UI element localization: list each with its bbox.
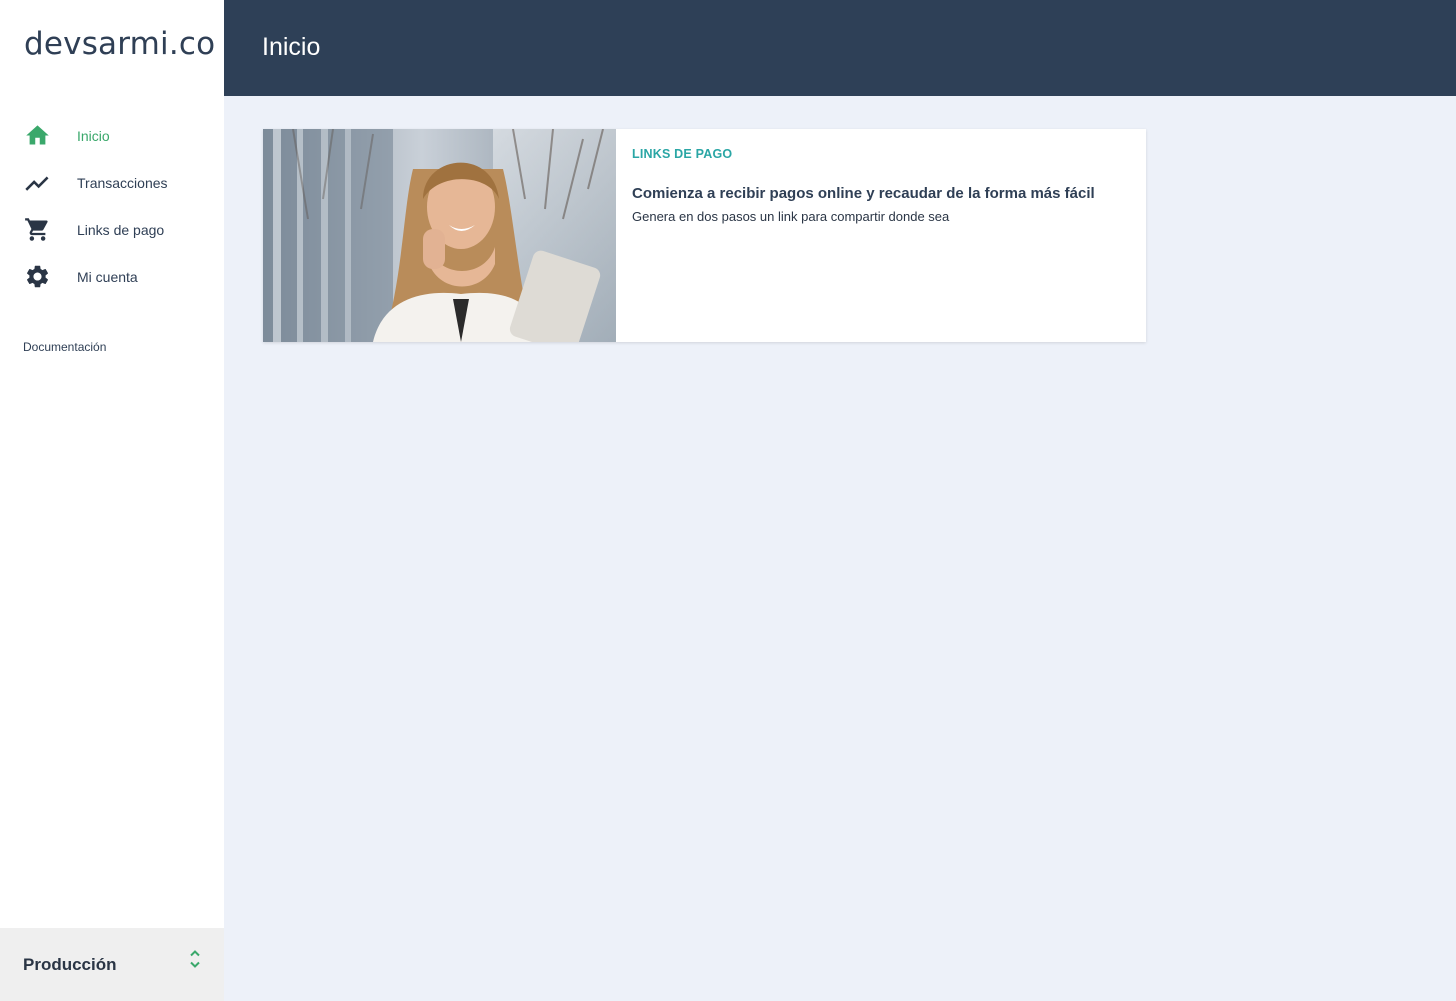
top-header: Inicio xyxy=(224,0,1456,96)
page-title: Inicio xyxy=(262,33,321,61)
sidebar-item-mi-cuenta[interactable]: Mi cuenta xyxy=(0,253,224,300)
unfold-chevrons-icon xyxy=(190,950,200,968)
gear-icon xyxy=(24,263,51,290)
sidebar: devsarmi.co Inicio Transacciones Links d… xyxy=(0,0,224,1001)
card-body: LINKS DE PAGO Comienza a recibir pagos o… xyxy=(616,129,1111,342)
sidebar-item-label: Links de pago xyxy=(77,221,165,238)
card-headline: Comienza a recibir pagos online y recaud… xyxy=(632,185,1095,202)
sidebar-item-label: Transacciones xyxy=(77,174,168,191)
card-description: Genera en dos pasos un link para compart… xyxy=(632,209,950,224)
sidebar-item-label: Mi cuenta xyxy=(77,268,138,285)
trending-icon xyxy=(24,169,51,196)
payment-links-card[interactable]: LINKS DE PAGO Comienza a recibir pagos o… xyxy=(263,129,1146,342)
sidebar-item-transacciones[interactable]: Transacciones xyxy=(0,159,224,206)
environment-label: Producción xyxy=(23,954,117,974)
sidebar-nav: Inicio Transacciones Links de pago Mi cu… xyxy=(0,112,224,300)
card-eyebrow: LINKS DE PAGO xyxy=(632,147,733,161)
brand-logo[interactable]: devsarmi.co xyxy=(24,26,215,62)
sidebar-item-inicio[interactable]: Inicio xyxy=(0,112,224,159)
documentation-link[interactable]: Documentación xyxy=(23,340,106,354)
home-icon xyxy=(24,122,51,149)
sidebar-item-links-de-pago[interactable]: Links de pago xyxy=(0,206,224,253)
sidebar-item-label: Inicio xyxy=(77,127,110,144)
cart-icon xyxy=(24,216,51,243)
environment-switcher[interactable]: Producción xyxy=(0,928,224,1001)
woman-on-phone-with-tablet-photo xyxy=(263,129,616,342)
